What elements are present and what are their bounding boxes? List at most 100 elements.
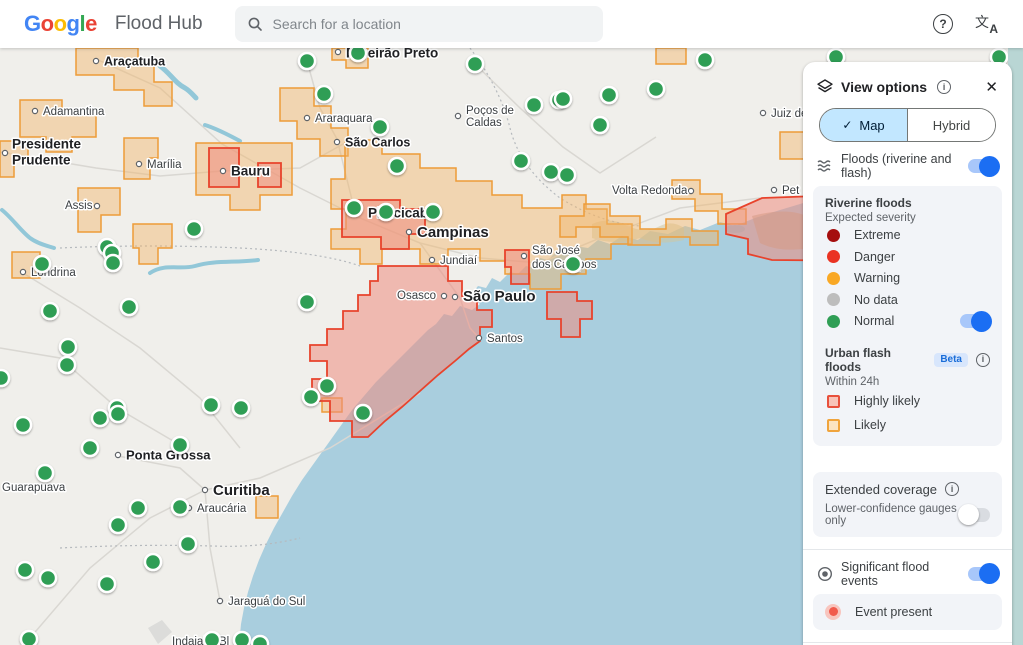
urban-info-icon[interactable]: i xyxy=(976,352,990,367)
gauge-dot[interactable] xyxy=(35,463,55,483)
gauge-dot[interactable] xyxy=(590,115,610,135)
tab-map[interactable]: ✓ Map xyxy=(820,109,907,141)
gauge-dot[interactable] xyxy=(465,54,485,74)
gauge-dot[interactable] xyxy=(387,156,407,176)
gauge-dot[interactable] xyxy=(541,162,561,182)
city-label: São Carlos xyxy=(345,135,410,149)
city-marker xyxy=(303,114,311,122)
gauge-dot[interactable] xyxy=(353,403,373,423)
close-icon[interactable]: ✕ xyxy=(985,78,998,96)
google-logo: Google xyxy=(24,11,97,36)
info-icon[interactable]: i xyxy=(937,80,952,94)
floods-layer-label: Floods (riverine and flash) xyxy=(841,152,952,180)
legend-row-highly-likely: Highly likely xyxy=(825,391,990,412)
gauge-dot[interactable] xyxy=(170,497,190,517)
city-label: Pet xyxy=(782,185,800,197)
city-label: Juiz de xyxy=(771,108,807,120)
city-marker xyxy=(19,268,27,276)
gauge-dot[interactable] xyxy=(563,254,583,274)
gauge-dot[interactable] xyxy=(695,50,715,70)
gauge-dot[interactable] xyxy=(108,404,128,424)
event-present-label: Event present xyxy=(855,604,933,619)
likely-swatch xyxy=(827,418,840,432)
gauge-dot[interactable] xyxy=(599,85,619,105)
legend-row-extreme: Extreme xyxy=(825,225,990,246)
event-present-dot xyxy=(825,603,841,620)
gauge-dot[interactable] xyxy=(557,165,577,185)
panel-title: View options xyxy=(841,79,928,95)
gauge-dot[interactable] xyxy=(119,297,139,317)
search-box[interactable] xyxy=(234,6,603,42)
gauge-dot[interactable] xyxy=(646,79,666,99)
extended-info-icon[interactable]: i xyxy=(945,482,960,496)
gauge-dot[interactable] xyxy=(170,435,190,455)
gauge-dot[interactable] xyxy=(376,202,396,222)
gauge-dot[interactable] xyxy=(178,534,198,554)
gauge-dot[interactable] xyxy=(15,560,35,580)
city-marker xyxy=(759,109,767,117)
gauge-dot[interactable] xyxy=(314,84,334,104)
gauge-dot[interactable] xyxy=(553,89,573,109)
extended-coverage-title: Extended coverage xyxy=(825,481,938,497)
gauge-dot[interactable] xyxy=(297,51,317,71)
gauge-dot[interactable] xyxy=(97,574,117,594)
help-icon[interactable]: ? xyxy=(933,14,953,34)
divider xyxy=(803,641,1012,643)
gauge-dot[interactable] xyxy=(103,253,123,273)
gauge-dot[interactable] xyxy=(32,254,52,274)
check-icon: ✓ xyxy=(842,118,853,132)
gauge-dot[interactable] xyxy=(38,568,58,588)
riverine-title: Riverine floods xyxy=(825,196,912,210)
city-marker xyxy=(219,167,227,175)
flood-events-toggle[interactable] xyxy=(968,563,1000,584)
gauge-dot[interactable] xyxy=(108,515,128,535)
extended-coverage-toggle[interactable] xyxy=(958,504,990,525)
city-marker xyxy=(333,138,341,146)
city-label: Caldas xyxy=(466,117,502,129)
gauge-dot[interactable] xyxy=(57,355,77,375)
gauge-dot[interactable] xyxy=(40,301,60,321)
gauge-dot[interactable] xyxy=(301,387,321,407)
legend-row-normal: Normal xyxy=(825,310,992,332)
search-input[interactable] xyxy=(272,16,591,32)
gauge-dot[interactable] xyxy=(370,117,390,137)
city-marker xyxy=(451,293,459,301)
gauge-dot[interactable] xyxy=(128,498,148,518)
gauge-dot[interactable] xyxy=(297,292,317,312)
gauge-dot[interactable] xyxy=(231,398,251,418)
normal-gauges-toggle[interactable] xyxy=(960,310,992,332)
no-data-dot xyxy=(827,293,840,307)
gauge-dot[interactable] xyxy=(201,395,221,415)
danger-dot xyxy=(827,250,840,264)
city-marker xyxy=(1,149,9,157)
gauge-dot[interactable] xyxy=(344,198,364,218)
tab-hybrid[interactable]: Hybrid xyxy=(907,109,995,141)
gauge-dot[interactable] xyxy=(524,95,544,115)
city-label: Jundiaí xyxy=(440,255,478,267)
gauge-dot[interactable] xyxy=(58,337,78,357)
map-type-switcher: ✓ Map Hybrid xyxy=(819,108,996,142)
flood-events-label: Significant flood events xyxy=(841,559,930,588)
city-marker xyxy=(114,451,122,459)
city-label: Araucária xyxy=(197,503,247,515)
city-label: São Paulo xyxy=(463,288,536,305)
gauge-dot[interactable] xyxy=(80,438,100,458)
extended-coverage-subtitle: Lower-confidence gauges only xyxy=(825,502,957,527)
gauge-dot[interactable] xyxy=(13,415,33,435)
normal-dot xyxy=(827,314,840,328)
city-label: Presidente xyxy=(12,137,82,152)
search-icon xyxy=(248,17,262,31)
city-marker xyxy=(428,256,436,264)
gauge-dot[interactable] xyxy=(317,376,337,396)
city-marker xyxy=(135,160,143,168)
city-label: Prudente xyxy=(12,153,71,168)
gauge-dot[interactable] xyxy=(90,408,110,428)
floods-toggle[interactable] xyxy=(968,155,1000,177)
gauge-dot[interactable] xyxy=(143,552,163,572)
city-marker xyxy=(93,202,101,210)
gauge-dot[interactable] xyxy=(184,219,204,239)
translate-icon[interactable]: 文 A xyxy=(975,14,998,36)
gauge-dot[interactable] xyxy=(511,151,531,171)
gauge-dot[interactable] xyxy=(423,202,443,222)
legend-row-warning: Warning xyxy=(825,268,990,289)
